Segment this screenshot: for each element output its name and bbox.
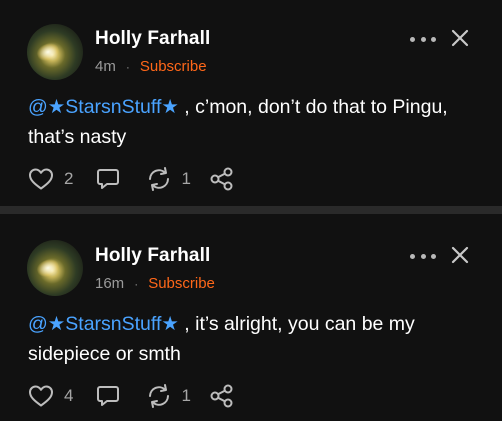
comment-button[interactable]: [95, 383, 121, 409]
comment-bubble-icon: [95, 383, 121, 409]
restack-icon: [145, 166, 173, 192]
restack-button[interactable]: 1: [145, 383, 191, 409]
meta-separator: ·: [125, 59, 130, 74]
heart-icon: [28, 384, 54, 408]
like-button[interactable]: 2: [28, 167, 73, 191]
action-bar: 2 1: [28, 163, 235, 195]
meta-separator: ·: [134, 276, 139, 291]
more-dots-icon[interactable]: [410, 251, 436, 261]
mention-link[interactable]: @★StarsnStuff★: [28, 313, 179, 335]
more-dots-icon[interactable]: [410, 34, 436, 44]
comment-meta: 16m · Subscribe: [95, 275, 215, 292]
restack-icon: [145, 383, 173, 409]
comment-meta: 4m · Subscribe: [95, 58, 207, 75]
close-icon[interactable]: [450, 245, 470, 265]
like-count: 4: [64, 386, 74, 405]
restack-count: 1: [181, 169, 191, 188]
author-name[interactable]: Holly Farhall: [95, 28, 210, 50]
restack-button[interactable]: 1: [145, 166, 191, 192]
comment-body: @★StarsnStuff★ , c’mon, don’t do that to…: [28, 92, 483, 152]
like-count: 2: [64, 169, 74, 188]
comment-divider: [0, 206, 502, 214]
subscribe-link[interactable]: Subscribe: [140, 58, 207, 75]
like-button[interactable]: 4: [28, 384, 73, 408]
action-bar: 4 1: [28, 380, 235, 412]
subscribe-link[interactable]: Subscribe: [148, 275, 215, 292]
heart-icon: [28, 167, 54, 191]
avatar[interactable]: [27, 24, 83, 80]
close-icon[interactable]: [450, 28, 470, 48]
share-button[interactable]: [209, 383, 235, 409]
author-name[interactable]: Holly Farhall: [95, 245, 210, 267]
avatar[interactable]: [27, 240, 83, 296]
comment-card: Holly Farhall 16m · Subscribe @★StarsnSt…: [0, 214, 502, 420]
comment-button[interactable]: [95, 166, 121, 192]
comment-card: Holly Farhall 4m · Subscribe @★StarsnStu…: [0, 0, 502, 206]
share-icon: [209, 166, 235, 192]
timestamp[interactable]: 4m: [95, 58, 116, 75]
timestamp[interactable]: 16m: [95, 275, 124, 292]
restack-count: 1: [181, 386, 191, 405]
share-icon: [209, 383, 235, 409]
comment-bubble-icon: [95, 166, 121, 192]
share-button[interactable]: [209, 166, 235, 192]
mention-link[interactable]: @★StarsnStuff★: [28, 96, 179, 118]
comment-body: @★StarsnStuff★ , it’s alright, you can b…: [28, 309, 483, 369]
